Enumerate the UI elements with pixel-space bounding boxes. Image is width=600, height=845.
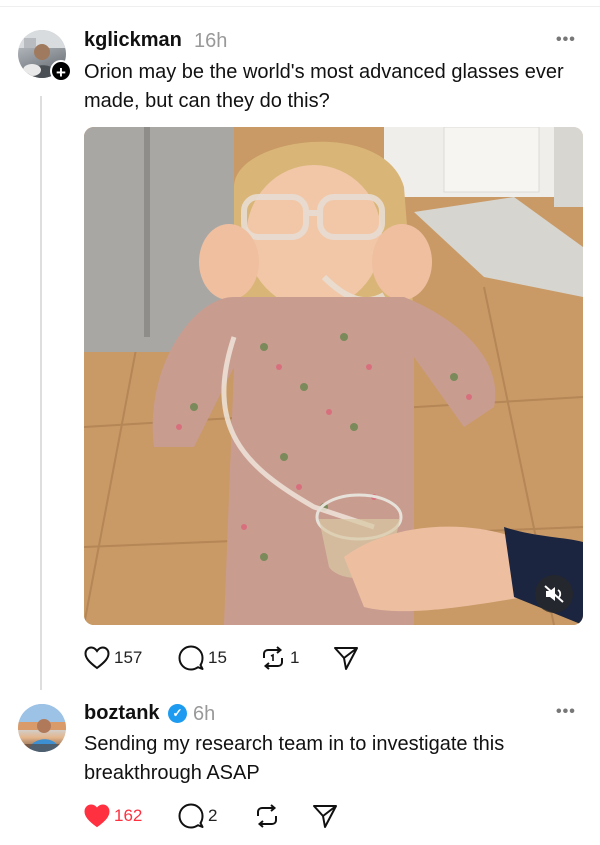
post-actions: 157 15 1 bbox=[84, 644, 384, 672]
post-time: 16h bbox=[194, 30, 228, 52]
heart-icon bbox=[84, 804, 110, 828]
avatar-boztank[interactable] bbox=[18, 704, 66, 752]
post-username[interactable]: kglickman bbox=[84, 29, 182, 52]
share-icon bbox=[313, 805, 337, 828]
reply-icon bbox=[178, 803, 204, 829]
like-count: 162 bbox=[114, 806, 143, 825]
reply-icon bbox=[178, 645, 204, 671]
verified-icon: ✓ bbox=[168, 704, 187, 723]
repost-count: 1 bbox=[290, 648, 300, 667]
reply-count: 15 bbox=[208, 648, 227, 667]
reply-button[interactable]: 2 bbox=[178, 802, 217, 830]
post-text: Sending my research team in to investiga… bbox=[84, 733, 505, 784]
reply-button[interactable]: 15 bbox=[178, 644, 227, 672]
top-divider bbox=[0, 6, 600, 7]
video-frame bbox=[84, 127, 583, 625]
post-video[interactable] bbox=[84, 127, 583, 625]
repost-icon bbox=[257, 804, 277, 828]
repost-icon bbox=[263, 646, 283, 670]
follow-plus-icon[interactable]: + bbox=[50, 60, 72, 82]
post-time: 6h bbox=[193, 703, 216, 725]
like-button[interactable]: 162 bbox=[84, 802, 142, 830]
post-actions: 162 2 bbox=[84, 802, 384, 830]
post-text: Orion may be the world's most advanced g… bbox=[84, 61, 564, 112]
thread-line bbox=[40, 96, 42, 690]
share-button[interactable] bbox=[312, 802, 338, 830]
more-icon[interactable]: ••• bbox=[556, 703, 576, 721]
share-button[interactable] bbox=[333, 644, 359, 672]
reply-count: 2 bbox=[208, 806, 218, 825]
share-icon bbox=[334, 647, 358, 670]
post-username[interactable]: boztank bbox=[84, 702, 160, 725]
like-button[interactable]: 157 bbox=[84, 644, 142, 672]
more-icon[interactable]: ••• bbox=[556, 31, 576, 49]
repost-button[interactable] bbox=[254, 802, 280, 830]
repost-button[interactable]: 1 bbox=[260, 644, 299, 672]
heart-icon bbox=[84, 646, 110, 670]
like-count: 157 bbox=[114, 648, 143, 667]
mute-icon[interactable] bbox=[535, 575, 573, 613]
